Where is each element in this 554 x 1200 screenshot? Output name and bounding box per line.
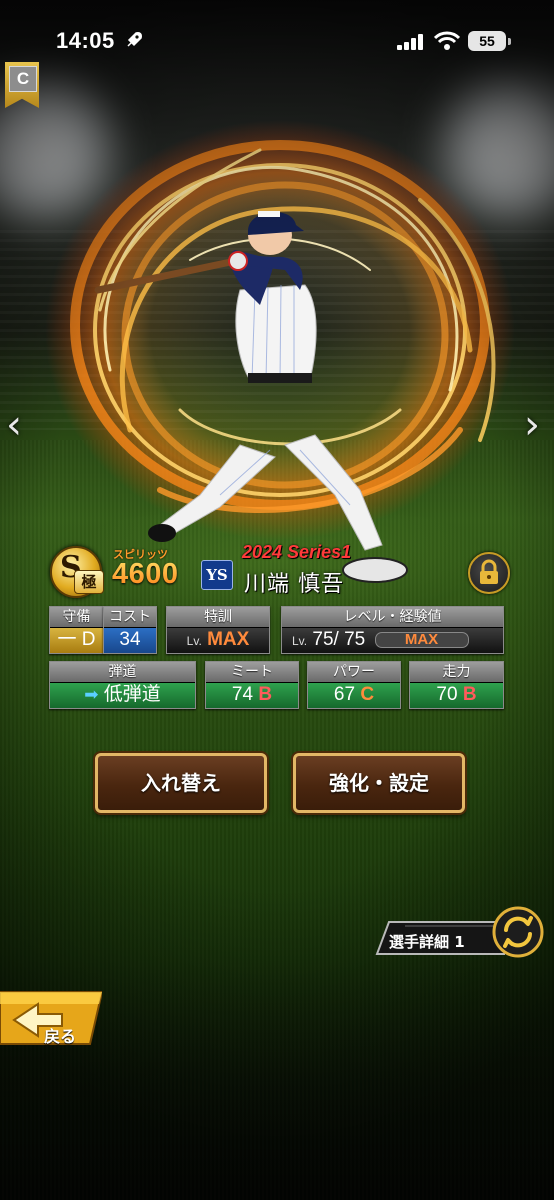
next-player-arrow[interactable]: › (524, 405, 548, 445)
training-stat: 特訓 Lv. MAX (166, 606, 270, 654)
lock-icon[interactable] (468, 552, 510, 594)
series-label: 2024 Series1 (242, 542, 352, 562)
meet-grade: B (258, 684, 273, 705)
s-rank-kiwami-badge: S 極 (50, 546, 104, 598)
level-max: / 75 (333, 629, 366, 650)
position-stat: 守備 一 D (49, 606, 104, 654)
rank-letter: C (9, 66, 37, 92)
trajectory-value: 低弾道 (103, 684, 161, 705)
exp-value: MAX (404, 630, 439, 648)
status-bar: 14:05 55 (0, 0, 554, 80)
speed-value: 70 (436, 684, 458, 705)
wifi-icon (434, 31, 460, 50)
switch-arrows-icon[interactable] (492, 906, 544, 958)
position-value: 一 D (50, 628, 103, 653)
clock: 14:05 (56, 28, 115, 53)
battery-icon: 55 (468, 31, 511, 51)
arrow-right-icon: ➡ (84, 685, 99, 704)
player-detail-label[interactable]: 選手詳細 1 (389, 931, 465, 952)
prev-player-arrow[interactable]: ‹ (6, 405, 30, 445)
level-current: 75 (312, 629, 334, 650)
signal-icon (397, 34, 423, 50)
spirits-value: 4600 (112, 558, 179, 590)
trajectory-stat: 弾道 ➡ 低弾道 (49, 661, 196, 709)
meet-stat: ミート 74 B (205, 661, 299, 709)
training-value: MAX (207, 629, 250, 650)
player-name: 川端 慎吾 (244, 572, 344, 597)
cost-value: 34 (104, 628, 156, 653)
rocket-icon (127, 32, 142, 47)
level-stat: レベル・経験値 Lv. 75/ 75 MAX (281, 606, 504, 654)
meet-value: 74 (231, 684, 254, 705)
cost-stat: コスト 34 (103, 606, 157, 654)
enhance-settings-button[interactable]: 強化・設定 (293, 753, 465, 813)
power-value: 67 (333, 684, 356, 705)
power-stat: パワー 67 C (307, 661, 401, 709)
back-label[interactable]: 戻る (44, 1023, 76, 1047)
team-logo-icon: YS (201, 560, 233, 590)
replace-button[interactable]: 入れ替え (95, 753, 267, 813)
power-grade: C (360, 684, 375, 705)
exp-bar: MAX (374, 631, 469, 648)
speed-stat: 走力 70 B (409, 661, 504, 709)
speed-grade: B (462, 684, 477, 705)
